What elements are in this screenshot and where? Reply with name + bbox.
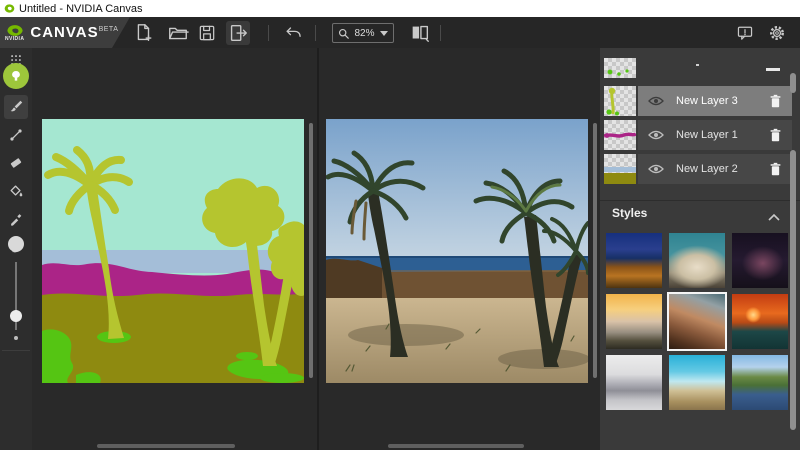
- toolbar-divider: [440, 25, 441, 41]
- window-title: Untitled - NVIDIA Canvas: [19, 2, 143, 15]
- tool-sidebar: [0, 48, 32, 450]
- layer-row[interactable]: New Layer 1: [600, 120, 800, 150]
- magnifier-icon: [338, 28, 349, 39]
- split-view-button[interactable]: [408, 21, 432, 45]
- segmentation-canvas[interactable]: [42, 119, 304, 383]
- styles-grid: [606, 233, 794, 410]
- sidebar-divider: [2, 350, 30, 351]
- chevron-up-icon[interactable]: [768, 208, 780, 226]
- style-thumb-sunset-mist[interactable]: [606, 294, 662, 349]
- paint-bucket-tool[interactable]: [4, 179, 28, 203]
- style-thumb-alpine-lake[interactable]: [732, 355, 788, 410]
- app-name: CANVASBETA: [30, 24, 119, 41]
- style-thumb-cloud-peak[interactable]: [669, 233, 725, 288]
- settings-button[interactable]: [765, 21, 789, 45]
- brush-size-slider-thumb[interactable]: [10, 310, 22, 322]
- toolbar-divider: [315, 25, 316, 41]
- layer-thumbnail[interactable]: [604, 120, 636, 150]
- feedback-button[interactable]: [733, 21, 757, 45]
- right-pane-vertical-scrollbar[interactable]: [593, 123, 597, 378]
- layer-thumbnail[interactable]: [604, 86, 636, 116]
- toolbar: NVIDIA CANVASBETA 82%: [0, 17, 800, 48]
- save-button[interactable]: [195, 21, 219, 45]
- layer-visibility-toggle[interactable]: [648, 95, 664, 107]
- layer-delete-button[interactable]: [769, 128, 782, 143]
- style-thumb-night-arch[interactable]: [732, 233, 788, 288]
- brush-tool[interactable]: [4, 95, 28, 119]
- layers-styles-panel: New Layer 3 New Layer 1 New Layer 2 Styl…: [600, 48, 800, 450]
- brush-size-preview: [8, 236, 24, 252]
- left-pane-horizontal-scrollbar[interactable]: [97, 444, 235, 448]
- nvidia-wordmark: NVIDIA: [5, 35, 25, 42]
- zoom-value: 82%: [354, 27, 375, 39]
- style-thumb-desert-lightning[interactable]: [606, 233, 662, 288]
- layer-visibility-toggle[interactable]: [648, 129, 664, 141]
- undo-button[interactable]: [281, 21, 305, 45]
- window-titlebar: Untitled - NVIDIA Canvas: [0, 0, 800, 17]
- toolbar-divider: [268, 25, 269, 41]
- layer-thumbnail[interactable]: [604, 58, 636, 78]
- export-button[interactable]: [226, 21, 250, 45]
- style-thumb-red-sunset[interactable]: [732, 294, 788, 349]
- layer-row-partial[interactable]: [600, 48, 800, 82]
- segmentation-pane: [32, 48, 317, 450]
- nvidia-eye-logo: NVIDIA: [5, 24, 24, 42]
- canvas-area: [32, 48, 600, 450]
- layer-visibility-toggle[interactable]: [648, 163, 664, 175]
- layer-delete-button[interactable]: [769, 162, 782, 177]
- render-pane: [319, 48, 600, 450]
- layer-thumbnail[interactable]: [604, 154, 636, 184]
- eraser-tool[interactable]: [4, 151, 28, 175]
- material-tree-icon: [12, 70, 20, 81]
- right-pane-horizontal-scrollbar[interactable]: [388, 444, 524, 448]
- layer-row[interactable]: New Layer 3: [600, 86, 800, 116]
- eyedropper-tool[interactable]: [4, 207, 28, 231]
- layer-row[interactable]: New Layer 2: [600, 154, 800, 184]
- partial-row-mark: [696, 64, 699, 66]
- layer-delete-button[interactable]: [769, 94, 782, 109]
- panel-scrollbar-thumb[interactable]: [790, 150, 796, 430]
- style-thumb-rocky-peak[interactable]: [667, 292, 727, 351]
- layer-delete-button[interactable]: [766, 68, 780, 71]
- panel-scrollbar-thumb[interactable]: [790, 73, 796, 93]
- style-thumb-tropical-beach[interactable]: [669, 355, 725, 410]
- zoom-control[interactable]: 82%: [332, 23, 394, 43]
- layer-name: New Layer 3: [676, 95, 738, 107]
- new-file-button[interactable]: [131, 21, 155, 45]
- left-pane-vertical-scrollbar[interactable]: [309, 123, 313, 378]
- zoom-dropdown-caret[interactable]: [379, 30, 388, 36]
- style-thumb-foggy-peaks[interactable]: [606, 355, 662, 410]
- layer-name: New Layer 2: [676, 163, 738, 175]
- layer-name: New Layer 1: [676, 129, 738, 141]
- material-picker-button[interactable]: [3, 63, 29, 89]
- nvidia-logo-icon: [4, 4, 15, 13]
- line-tool[interactable]: [4, 123, 28, 147]
- open-file-button[interactable]: [166, 21, 190, 45]
- styles-header: Styles: [612, 206, 648, 220]
- render-preview: [326, 119, 588, 383]
- nvidia-brand-block: NVIDIA CANVASBETA: [0, 17, 130, 48]
- panel-divider: [600, 200, 800, 201]
- nvidia-canvas-window: Untitled - NVIDIA Canvas NVIDIA CANVASBE…: [0, 0, 800, 450]
- min-size-dot: [14, 336, 18, 340]
